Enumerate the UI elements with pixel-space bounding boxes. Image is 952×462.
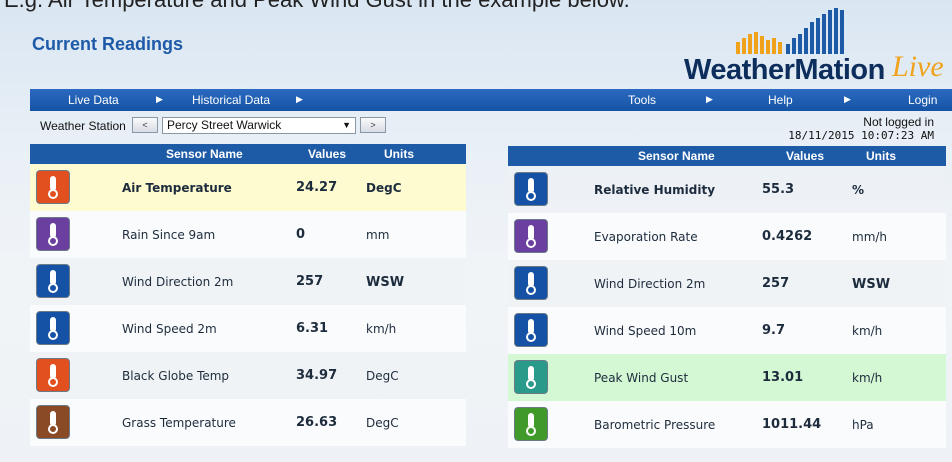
- sensor-value: 0: [296, 227, 306, 242]
- sensor-row[interactable]: Evaporation Rate 0.4262 mm/h: [508, 213, 946, 260]
- sensor-row[interactable]: Black Globe Temp 34.97 DegC: [30, 352, 466, 399]
- sensor-name: Evaporation Rate: [594, 230, 698, 244]
- header-values: Values: [308, 147, 347, 161]
- grass-thermometer-icon: [36, 405, 70, 439]
- sensor-value: 1011.44: [762, 417, 822, 432]
- sensor-row[interactable]: Wind Speed 2m 6.31 km/h: [30, 305, 466, 352]
- sensor-value: 26.63: [296, 415, 338, 430]
- sensor-name: Black Globe Temp: [122, 369, 230, 383]
- next-station-button[interactable]: >: [360, 117, 386, 133]
- sensor-unit: km/h: [852, 371, 883, 385]
- sensor-name: Air Temperature: [122, 181, 232, 195]
- sensor-row[interactable]: Grass Temperature 26.63 DegC: [30, 399, 466, 446]
- sensor-value: 55.3: [762, 182, 795, 197]
- evaporation-icon: [514, 219, 548, 253]
- sensor-row[interactable]: Air Temperature 24.27 DegC: [30, 164, 466, 211]
- sensor-unit: mm: [366, 228, 390, 242]
- chevron-right-icon: ▶: [706, 94, 713, 104]
- sensor-value: 6.31: [296, 321, 329, 336]
- header-sensor-name: Sensor Name: [166, 147, 243, 161]
- header-units: Units: [866, 149, 896, 163]
- sensor-unit: mm/h: [852, 230, 888, 244]
- sensor-name: Wind Direction 2m: [122, 275, 234, 289]
- page-title: Current Readings: [32, 34, 184, 54]
- header-values: Values: [786, 149, 825, 163]
- logo-brand: WeatherMation: [684, 54, 885, 86]
- nav-live-data[interactable]: Live Data: [68, 93, 119, 107]
- nav-tools[interactable]: Tools: [628, 93, 656, 107]
- wind-vane-icon: [36, 264, 70, 298]
- wind-vane-icon: [514, 266, 548, 300]
- sensor-name: Wind Direction 2m: [594, 277, 706, 291]
- sensor-row[interactable]: Wind Direction 2m 257 WSW: [508, 260, 946, 307]
- rain-cloud-icon: [36, 217, 70, 251]
- sensor-unit: WSW: [366, 275, 405, 290]
- barometer-icon: [514, 407, 548, 441]
- sensor-name: Peak Wind Gust: [594, 371, 689, 385]
- chevron-right-icon: ▶: [156, 94, 163, 104]
- nav-help[interactable]: Help: [768, 93, 793, 107]
- sensor-unit: DegC: [366, 181, 402, 195]
- sensor-value: 24.27: [296, 180, 338, 195]
- login-status-text: Not logged in: [863, 115, 934, 129]
- station-dropdown[interactable]: Percy Street Warwick ▼: [162, 117, 356, 134]
- header-sensor-name: Sensor Name: [638, 149, 715, 163]
- sensor-value: 0.4262: [762, 229, 813, 244]
- wind-gust-icon: [514, 360, 548, 394]
- anemometer-icon: [36, 311, 70, 345]
- station-label: Weather Station: [40, 119, 126, 133]
- station-selected-value: Percy Street Warwick: [167, 118, 282, 132]
- login-status: Not logged in 18/11/2015 10:07:23 AM: [788, 115, 934, 143]
- sensor-name: Barometric Pressure: [594, 418, 716, 432]
- sensor-name: Rain Since 9am: [122, 228, 216, 242]
- sensor-row[interactable]: Peak Wind Gust 13.01 km/h: [508, 354, 946, 401]
- anemometer-icon: [514, 313, 548, 347]
- sensor-row[interactable]: Barometric Pressure 1011.44 hPa: [508, 401, 946, 448]
- sensor-unit: km/h: [852, 324, 883, 338]
- logo-bars-icon: [736, 8, 844, 54]
- sensor-name: Wind Speed 2m: [122, 322, 217, 336]
- sensor-name: Grass Temperature: [122, 416, 236, 430]
- sensor-value: 9.7: [762, 323, 786, 338]
- chevron-right-icon: ▶: [844, 94, 851, 104]
- sensor-value: 257: [296, 274, 324, 289]
- sensor-value: 257: [762, 276, 790, 291]
- sensor-unit: DegC: [366, 369, 399, 383]
- sensor-unit: hPa: [852, 418, 874, 432]
- sensor-value: 13.01: [762, 370, 804, 385]
- sensor-unit: km/h: [366, 322, 397, 336]
- left-table-header: Sensor Name Values Units: [30, 144, 466, 164]
- globe-thermometer-icon: [36, 358, 70, 392]
- sensor-value: 34.97: [296, 368, 338, 383]
- nav-historical-data[interactable]: Historical Data: [192, 93, 270, 107]
- sensor-name: Relative Humidity: [594, 183, 716, 197]
- timestamp: 18/11/2015 10:07:23 AM: [788, 129, 934, 142]
- thermometer-icon: [36, 170, 70, 204]
- sensor-row[interactable]: Rain Since 9am 0 mm: [30, 211, 466, 258]
- logo-live: Live: [892, 50, 944, 83]
- prev-station-button[interactable]: <: [132, 117, 158, 133]
- nav-login[interactable]: Login: [908, 93, 937, 107]
- left-sensor-table: Sensor Name Values Units Air Temperature…: [30, 144, 466, 446]
- chevron-down-icon: ▼: [342, 120, 351, 130]
- right-sensor-table: Sensor Name Values Units Relative Humidi…: [508, 146, 946, 448]
- header-units: Units: [384, 147, 414, 161]
- sensor-unit: WSW: [852, 277, 891, 292]
- sensor-row[interactable]: Wind Direction 2m 257 WSW: [30, 258, 466, 305]
- weathermation-logo: WeatherMation Live: [680, 8, 950, 88]
- right-table-header: Sensor Name Values Units: [508, 146, 946, 166]
- sensor-unit: %: [852, 183, 865, 197]
- sensor-unit: DegC: [366, 416, 399, 430]
- sensor-row[interactable]: Wind Speed 10m 9.7 km/h: [508, 307, 946, 354]
- sensor-row[interactable]: Relative Humidity 55.3%: [508, 166, 946, 213]
- humidity-icon: [514, 172, 548, 206]
- sensor-name: Wind Speed 10m: [594, 324, 697, 338]
- main-navbar: Live Data ▶ Historical Data ▶ Tools ▶ He…: [30, 89, 952, 111]
- chevron-right-icon: ▶: [296, 94, 303, 104]
